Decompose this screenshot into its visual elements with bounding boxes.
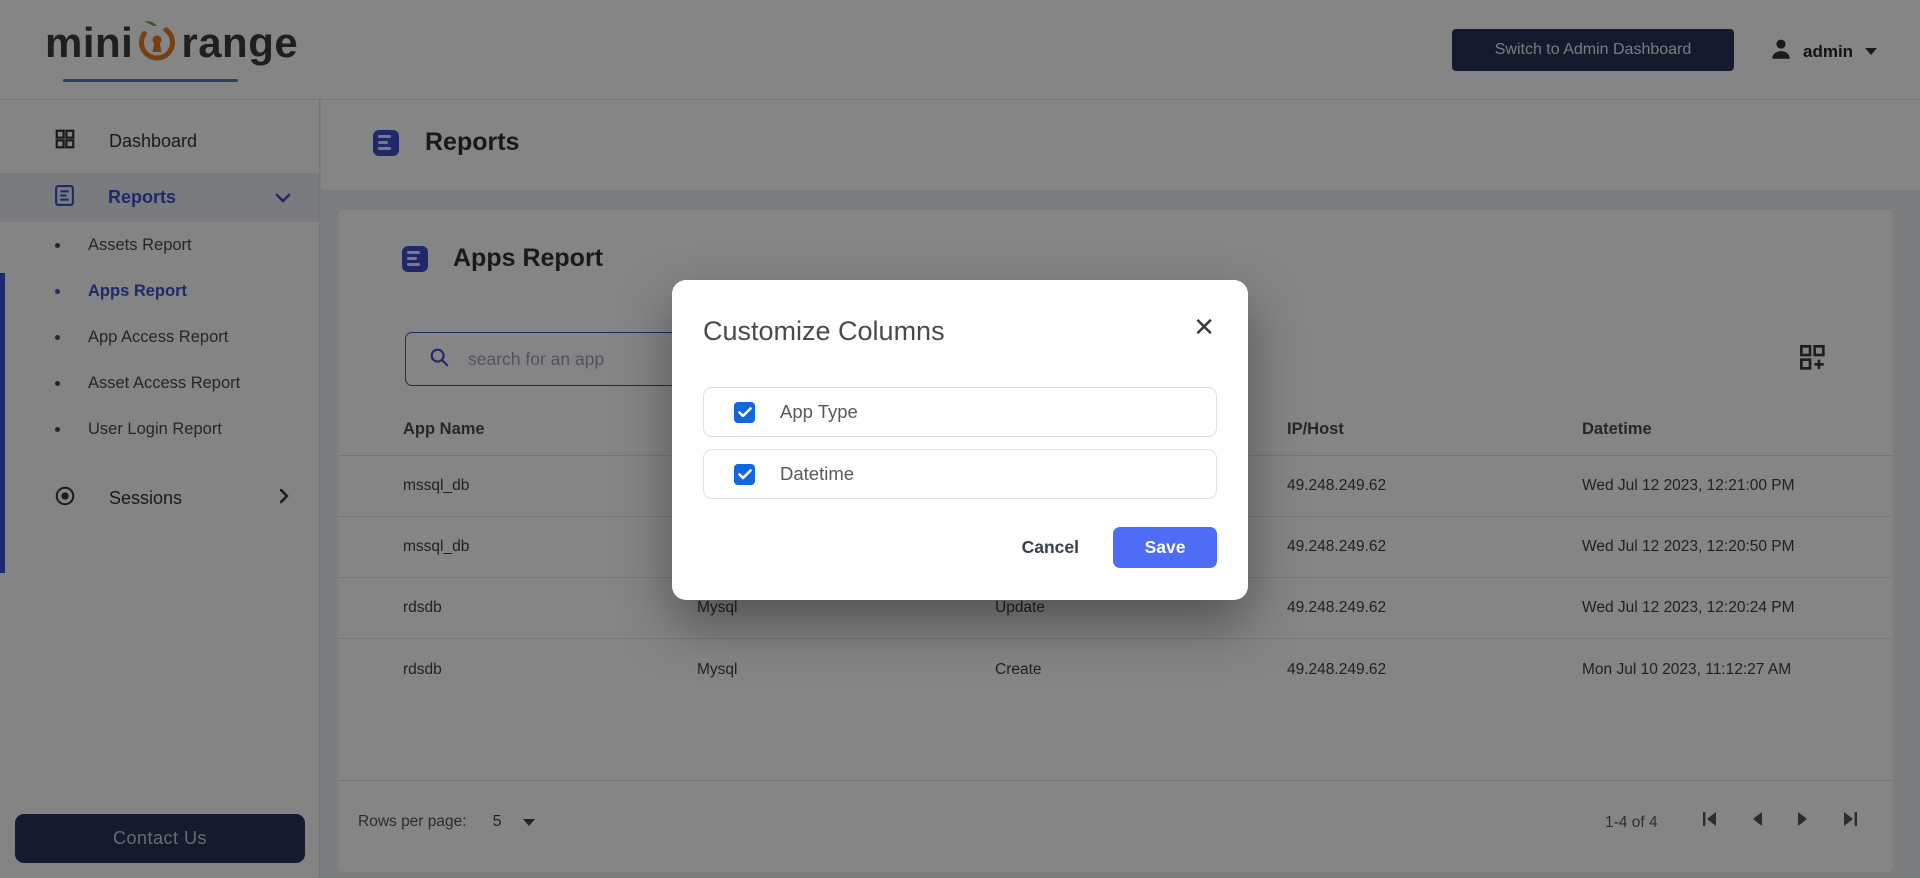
- option-label: Datetime: [780, 463, 855, 484]
- dialog-title: Customize Columns: [703, 316, 945, 346]
- cancel-button[interactable]: Cancel: [1022, 537, 1079, 558]
- option-row-datetime[interactable]: Datetime: [703, 449, 1217, 499]
- option-label: App Type: [780, 401, 858, 422]
- close-icon[interactable]: ✕: [1193, 314, 1215, 340]
- option-row-app-type[interactable]: App Type: [703, 387, 1217, 437]
- checkbox-app-type[interactable]: [734, 401, 755, 423]
- customize-columns-dialog: Customize Columns ✕ App Type Datetime Ca…: [672, 280, 1248, 600]
- checkbox-datetime[interactable]: [734, 463, 755, 485]
- app-screen: mini range Switch to Admin Dashboard adm…: [0, 0, 1920, 878]
- save-button[interactable]: Save: [1113, 527, 1217, 568]
